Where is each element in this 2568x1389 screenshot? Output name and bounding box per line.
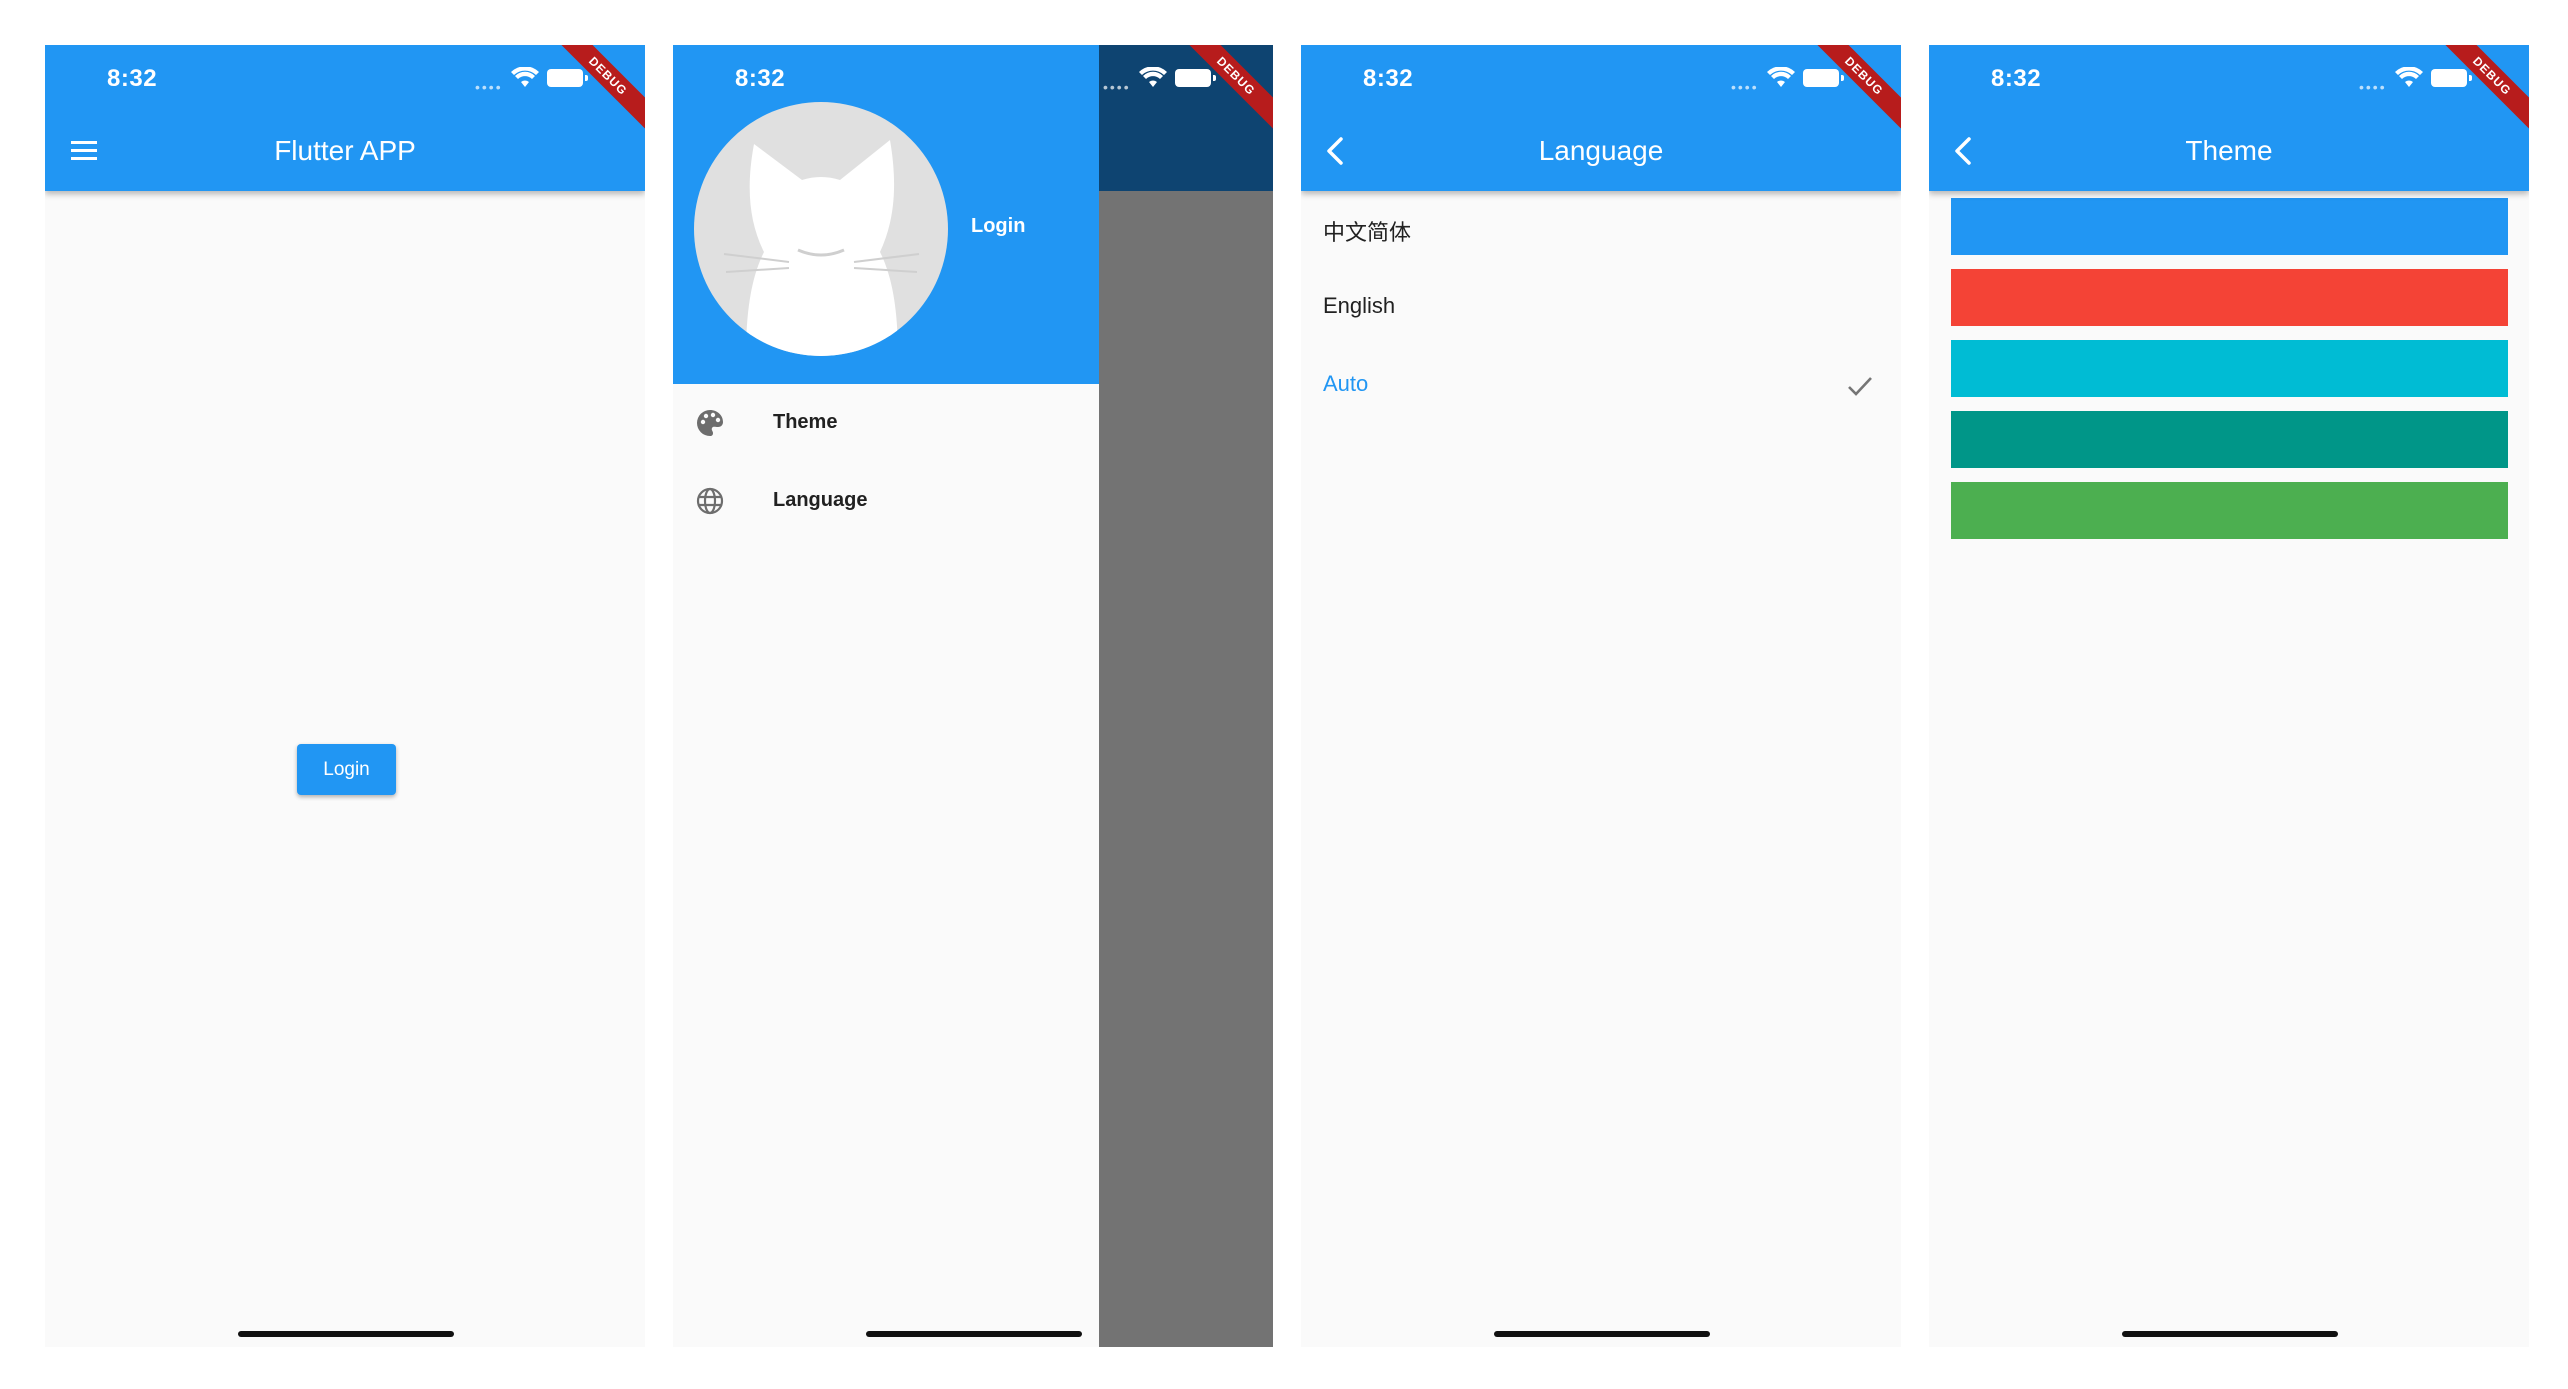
battery-icon: [1803, 69, 1844, 87]
drawer-scrim[interactable]: [1099, 191, 1273, 1347]
page-title: Flutter APP: [274, 135, 416, 166]
wifi-icon: [511, 67, 539, 87]
theme-swatch-cyan[interactable]: [1951, 340, 2508, 397]
page-title: Theme: [2185, 135, 2273, 166]
battery-icon: [1175, 69, 1216, 87]
status-time: 8:32: [107, 65, 158, 92]
app-bar: 8:32 •••• DEBUG Theme: [1929, 45, 2529, 191]
login-button[interactable]: Login: [297, 744, 396, 795]
app-bar: 8:32 •••• DEBUG Language: [1301, 45, 1901, 191]
navigation-drawer: 8:32 Login Theme Language: [673, 45, 1099, 1347]
signal-icon: ••••: [1103, 79, 1131, 95]
battery-icon: [547, 69, 588, 87]
language-option-zh[interactable]: 中文简体: [1301, 191, 1901, 269]
avatar[interactable]: [694, 102, 948, 356]
language-screen: 8:32 •••• DEBUG Language 中文简体 English Au…: [1301, 45, 1901, 1347]
status-icons: ••••: [2359, 67, 2489, 95]
globe-icon: [696, 487, 724, 515]
home-indicator[interactable]: [866, 1331, 1082, 1337]
drawer-item-label: Language: [773, 489, 868, 511]
theme-swatch-blue[interactable]: [1951, 198, 2508, 255]
app-bar: 8:32 •••• DEBUG Flutter APP: [45, 45, 645, 191]
theme-swatch-green[interactable]: [1951, 482, 2508, 539]
signal-icon: ••••: [475, 79, 503, 95]
status-icons: ••••: [475, 67, 605, 95]
home-indicator[interactable]: [238, 1331, 454, 1337]
language-option-label: Auto: [1323, 371, 1369, 396]
signal-icon: ••••: [2359, 79, 2387, 95]
wifi-icon: [1139, 67, 1167, 87]
drawer-item-label: Theme: [773, 411, 838, 433]
drawer-item-theme[interactable]: Theme: [673, 384, 1099, 462]
page-title: Language: [1538, 135, 1664, 166]
drawer-login-link[interactable]: Login: [971, 215, 1025, 238]
status-time: 8:32: [1991, 65, 2042, 92]
check-icon: [1848, 377, 1872, 396]
signal-icon: ••••: [1731, 79, 1759, 95]
status-icons: ••••: [1731, 67, 1861, 95]
status-time: 8:32: [735, 65, 786, 92]
theme-swatch-teal[interactable]: [1951, 411, 2508, 468]
status-time: 8:32: [1363, 65, 1414, 92]
wifi-icon: [2395, 67, 2423, 87]
cat-avatar-icon: [723, 140, 920, 356]
language-option-label: English: [1323, 293, 1396, 318]
language-option-en[interactable]: English: [1301, 269, 1901, 347]
theme-screen: 8:32 •••• DEBUG Theme: [1929, 45, 2529, 1347]
drawer-screen: •••• DEBUG 8:32 Login Theme Language: [673, 45, 1273, 1347]
status-icons: ••••: [1103, 67, 1233, 95]
palette-icon: [697, 410, 723, 436]
home-indicator[interactable]: [1494, 1331, 1710, 1337]
app-bar-dimmed: ••••: [1099, 45, 1273, 191]
drawer-header: 8:32 Login: [673, 45, 1099, 384]
home-indicator[interactable]: [2122, 1331, 2338, 1337]
home-screen: 8:32 •••• DEBUG Flutter APP Login: [45, 45, 645, 1347]
theme-swatch-red[interactable]: [1951, 269, 2508, 326]
language-option-label: 中文简体: [1323, 220, 1412, 245]
language-option-auto[interactable]: Auto: [1301, 347, 1901, 425]
drawer-item-language[interactable]: Language: [673, 462, 1099, 540]
battery-icon: [2431, 69, 2472, 87]
wifi-icon: [1767, 67, 1795, 87]
